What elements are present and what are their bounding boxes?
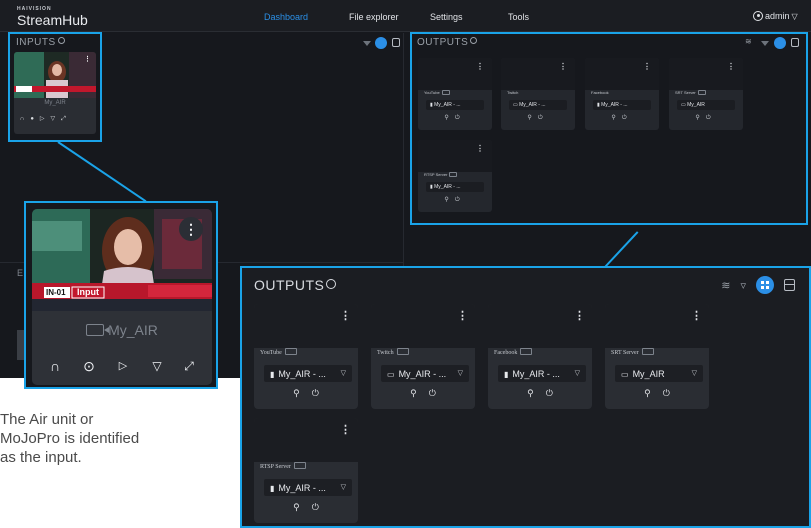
caption-line: MoJoPro is identified bbox=[0, 430, 140, 447]
file-icon: ▮ bbox=[270, 484, 275, 493]
settings-sliders-icon[interactable]: ≋ bbox=[721, 279, 730, 292]
output-type-label: Facebook bbox=[494, 348, 533, 356]
record-icon[interactable]: ⊙ bbox=[78, 355, 100, 377]
user-name: admin bbox=[765, 11, 790, 21]
link-icon[interactable]: ⚲ bbox=[293, 502, 300, 512]
output-card[interactable]: ⋮ YouTube ▮ My_AIR - ... ▽ ⚲ ⏻ bbox=[254, 304, 358, 409]
grid-view-button[interactable] bbox=[375, 37, 387, 49]
output-type-label: YouTube bbox=[260, 348, 297, 356]
source-select[interactable]: ▭ My_AIR - ... ▽ bbox=[381, 365, 469, 382]
power-icon[interactable]: ⏻ bbox=[663, 388, 670, 398]
output-actions: ⚲ ⏻ bbox=[254, 388, 358, 399]
outputs-title-text: OUTPUTS bbox=[254, 277, 325, 293]
output-type-label: Twitch bbox=[377, 348, 409, 356]
user-icon bbox=[753, 11, 763, 21]
input-card-zoomed: IN-01 Input ⋮ My_AIR ∩ ⊙ ▷ ▽ ⤢ bbox=[24, 201, 218, 389]
input-highlight-frame bbox=[8, 32, 102, 142]
output-type-icon bbox=[520, 348, 533, 355]
outputs-panel-zoomed: OUTPUTS ≋ ▿ ⋮ YouTube ▮ My_AIR - ... ▽ ⚲ ⏻ … bbox=[240, 266, 811, 528]
link-icon[interactable]: ⚲ bbox=[527, 388, 534, 398]
kebab-menu-icon[interactable]: ⋮ bbox=[574, 309, 585, 322]
chevron-down-icon: ▽ bbox=[791, 11, 798, 21]
section-label-partial: E bbox=[17, 268, 24, 278]
chevron-down-icon: ▽ bbox=[574, 370, 580, 377]
file-icon: ▮ bbox=[270, 370, 275, 379]
kebab-menu-icon[interactable]: ⋮ bbox=[340, 309, 351, 322]
outputs-panel-title: OUTPUTS bbox=[254, 277, 337, 293]
output-type-icon bbox=[396, 348, 409, 355]
kebab-menu-icon[interactable]: ⋮ bbox=[340, 423, 351, 436]
user-menu[interactable]: admin ▽ bbox=[753, 11, 798, 21]
output-type-icon bbox=[284, 348, 297, 355]
output-actions: ⚲ ⏻ bbox=[254, 502, 358, 513]
dropdown-icon[interactable]: ▽ bbox=[146, 355, 168, 377]
chevron-down-icon: ▽ bbox=[340, 370, 346, 377]
filter-icon[interactable]: ▿ bbox=[740, 279, 746, 292]
output-card[interactable]: ⋮ Facebook ▮ My_AIR - ... ▽ ⚲ ⏻ bbox=[488, 304, 592, 409]
input-name-row: My_AIR bbox=[32, 322, 212, 338]
input-overlay-label: Input bbox=[77, 287, 99, 297]
input-card[interactable]: IN-01 Input ⋮ My_AIR ∩ ⊙ ▷ ▽ ⤢ bbox=[32, 209, 212, 385]
output-type-icon bbox=[293, 462, 306, 469]
kebab-menu-icon[interactable]: ⋮ bbox=[179, 217, 203, 241]
top-navigation-bar: HAIVISION StreamHub Dashboard File explo… bbox=[0, 0, 811, 32]
tab-settings[interactable]: Settings bbox=[430, 12, 463, 22]
source-select[interactable]: ▮ My_AIR - ... ▽ bbox=[264, 365, 352, 382]
link-icon[interactable]: ⚲ bbox=[293, 388, 300, 398]
grid-view-button[interactable] bbox=[756, 276, 774, 294]
output-actions: ⚲ ⏻ bbox=[605, 388, 709, 399]
outputs-highlight-frame bbox=[410, 32, 808, 225]
output-actions: ⚲ ⏻ bbox=[488, 388, 592, 399]
list-view-button[interactable] bbox=[784, 279, 795, 291]
output-card[interactable]: ⋮ Twitch ▭ My_AIR - ... ▽ ⚲ ⏻ bbox=[371, 304, 475, 409]
source-select[interactable]: ▮ My_AIR - ... ▽ bbox=[498, 365, 586, 382]
power-icon[interactable]: ⏻ bbox=[312, 502, 319, 512]
output-type-label: RTSP Server bbox=[260, 462, 306, 470]
camera-icon: ▭ bbox=[621, 370, 629, 379]
file-icon: ▮ bbox=[504, 370, 509, 379]
camera-icon bbox=[86, 324, 110, 336]
expand-icon[interactable]: ⤢ bbox=[178, 355, 200, 377]
input-name: My_AIR bbox=[108, 322, 158, 338]
input-controls: ∩ ⊙ ▷ ▽ ⤢ bbox=[32, 355, 212, 379]
output-type-icon bbox=[641, 348, 654, 355]
tab-tools[interactable]: Tools bbox=[508, 12, 529, 22]
output-card[interactable]: ⋮ RTSP Server ▮ My_AIR - ... ▽ ⚲ ⏻ bbox=[254, 418, 358, 523]
chevron-down-icon: ▽ bbox=[457, 370, 463, 377]
caption-text: The Air unit or MoJoPro is identified as… bbox=[0, 410, 235, 467]
camera-icon: ▭ bbox=[387, 370, 395, 379]
output-actions: ⚲ ⏻ bbox=[371, 388, 475, 399]
output-type-label: SRT Server bbox=[611, 348, 654, 356]
outputs-toolbar: ≋ ▿ bbox=[721, 276, 795, 294]
caption-line: as the input. bbox=[0, 449, 82, 466]
list-view-button[interactable] bbox=[392, 38, 400, 47]
play-icon[interactable]: ▷ bbox=[112, 355, 134, 377]
chevron-down-icon: ▽ bbox=[691, 370, 697, 377]
brand-logo-text: StreamHub bbox=[17, 12, 88, 28]
caption-line: The Air unit or bbox=[0, 411, 94, 428]
chevron-down-icon: ▽ bbox=[340, 484, 346, 491]
tab-dashboard[interactable]: Dashboard bbox=[264, 12, 308, 22]
link-icon[interactable]: ⚲ bbox=[410, 388, 417, 398]
power-icon[interactable]: ⏻ bbox=[312, 388, 319, 398]
output-card[interactable]: ⋮ SRT Server ▭ My_AIR ▽ ⚲ ⏻ bbox=[605, 304, 709, 409]
headphones-icon[interactable]: ∩ bbox=[44, 355, 66, 377]
source-select[interactable]: ▮ My_AIR - ... ▽ bbox=[264, 479, 352, 496]
filter-icon[interactable] bbox=[363, 41, 371, 46]
kebab-menu-icon[interactable]: ⋮ bbox=[457, 309, 468, 322]
power-icon[interactable]: ⏻ bbox=[546, 388, 553, 398]
source-select[interactable]: ▭ My_AIR ▽ bbox=[615, 365, 703, 382]
power-icon[interactable]: ⏻ bbox=[429, 388, 436, 398]
input-badge: IN-01 bbox=[46, 288, 66, 297]
kebab-menu-icon[interactable]: ⋮ bbox=[691, 309, 702, 322]
tab-file-explorer[interactable]: File explorer bbox=[349, 12, 399, 22]
link-icon[interactable]: ⚲ bbox=[644, 388, 651, 398]
info-icon[interactable] bbox=[326, 279, 337, 289]
